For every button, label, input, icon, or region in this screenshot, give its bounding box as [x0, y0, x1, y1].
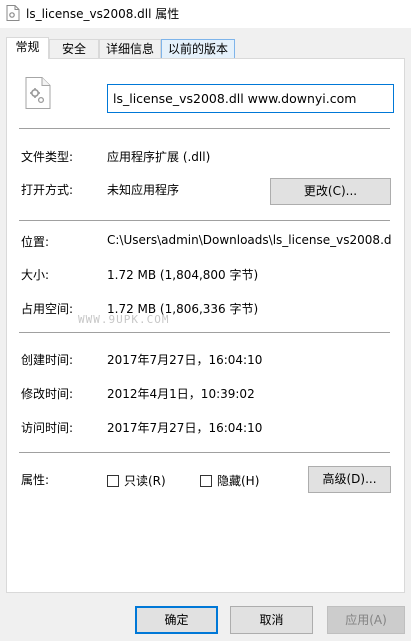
checkbox-box[interactable]	[107, 474, 119, 487]
readonly-label: 只读(R)	[124, 474, 166, 488]
file-type-value: 应用程序扩展 (.dll)	[107, 150, 211, 164]
divider	[19, 220, 390, 221]
size-on-disk-label: 占用空间:	[21, 302, 74, 316]
watermark-text: WWW.9UPK.COM	[78, 313, 170, 326]
divider	[19, 128, 390, 129]
dll-file-icon	[6, 5, 20, 21]
open-with-label: 打开方式:	[21, 183, 74, 197]
filename-input[interactable]	[107, 84, 394, 113]
created-label: 创建时间:	[21, 353, 74, 367]
tab-strip: 常规 安全 详细信息 以前的版本	[6, 37, 406, 59]
location-value: C:\Users\admin\Downloads\ls_license_vs20…	[107, 233, 392, 247]
accessed-label: 访问时间:	[21, 421, 74, 435]
advanced-button[interactable]: 高级(D)...	[308, 466, 391, 493]
location-label: 位置:	[21, 235, 50, 249]
tab-previous-versions[interactable]: 以前的版本	[161, 39, 235, 58]
gear-file-icon	[25, 77, 51, 109]
modified-value: 2012年4月1日，10:39:02	[107, 387, 255, 401]
change-button[interactable]: 更改(C)...	[270, 178, 391, 205]
file-type-label: 文件类型:	[21, 150, 74, 164]
created-value: 2017年7月27日，16:04:10	[107, 353, 263, 367]
tab-details[interactable]: 详细信息	[99, 39, 161, 58]
divider	[19, 452, 390, 453]
size-value: 1.72 MB (1,804,800 字节)	[107, 268, 259, 282]
hidden-checkbox[interactable]: 隐藏(H)	[200, 472, 259, 489]
attributes-label: 属性:	[21, 473, 50, 487]
accessed-value: 2017年7月27日，16:04:10	[107, 421, 263, 435]
checkbox-box[interactable]	[200, 474, 212, 487]
tab-security[interactable]: 安全	[49, 39, 99, 58]
open-with-value: 未知应用程序	[107, 183, 180, 197]
ok-button[interactable]: 确定	[135, 606, 218, 634]
readonly-checkbox[interactable]: 只读(R)	[107, 472, 166, 489]
modified-label: 修改时间:	[21, 387, 74, 401]
general-panel: 文件类型: 应用程序扩展 (.dll) 打开方式: 未知应用程序 更改(C)..…	[6, 58, 405, 593]
divider	[19, 332, 390, 333]
cancel-button[interactable]: 取消	[230, 606, 313, 634]
window-title: ls_license_vs2008.dll 属性	[26, 7, 180, 21]
title-bar: ls_license_vs2008.dll 属性	[0, 0, 411, 29]
size-label: 大小:	[21, 268, 50, 282]
hidden-label: 隐藏(H)	[217, 474, 260, 488]
apply-button[interactable]: 应用(A)	[327, 606, 405, 634]
tab-general[interactable]: 常规	[6, 37, 49, 59]
